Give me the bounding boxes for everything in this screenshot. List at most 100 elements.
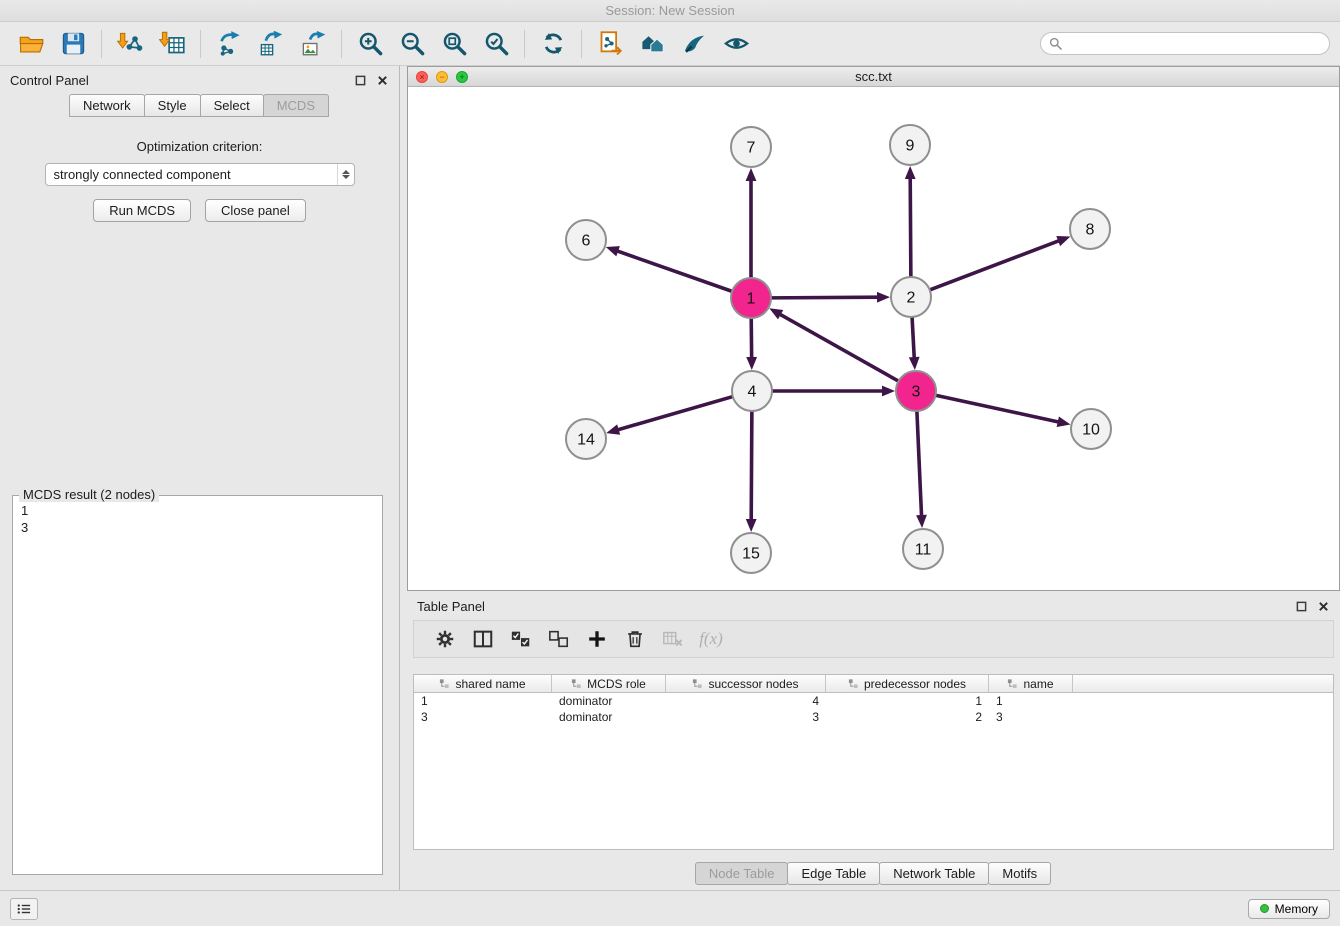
export-table-button[interactable] [250,26,292,62]
mcds-result-box: MCDS result (2 nodes) 13 [12,495,383,875]
open-folder-icon [18,30,45,57]
table-panel-header: Table Panel [407,592,1340,620]
graph-edge-2-9[interactable] [910,177,911,277]
trash-icon [624,628,646,650]
graph-edge-1-6[interactable] [616,251,732,292]
tab-edge-table[interactable]: Edge Table [787,862,880,885]
table-cell: dominator [552,709,666,725]
clone-network-button[interactable] [589,26,631,62]
graph-edge-2-3[interactable] [912,317,914,359]
tab-style[interactable]: Style [144,94,201,117]
export-image-icon [300,30,327,57]
export-network-button[interactable] [208,26,250,62]
search-icon [1049,37,1062,50]
control-panel-header: Control Panel [0,66,399,94]
graph-edge-3-10[interactable] [936,395,1060,422]
table-tabs: Node TableEdge TableNetwork TableMotifs [407,862,1340,885]
zoom-selected-button[interactable] [475,26,517,62]
close-panel-icon[interactable] [375,73,389,87]
clone-network-icon [597,30,624,57]
float-table-panel-icon[interactable] [1294,599,1308,613]
tab-network[interactable]: Network [69,94,145,117]
zoom-fit-button[interactable] [433,26,475,62]
add-row-button[interactable] [580,624,614,654]
graph-node-label: 9 [906,138,915,155]
zoom-in-button[interactable] [349,26,391,62]
columns-icon [472,628,494,650]
select-stepper-icon [337,164,354,185]
mcds-result-line: 1 [21,502,374,519]
home-icon [639,30,666,57]
column-header-label: shared name [455,677,525,691]
home-button[interactable] [631,26,673,62]
close-window-icon[interactable]: × [416,71,428,83]
table-row[interactable]: 3dominator323 [414,709,1333,725]
graph-edge-3-11[interactable] [917,411,922,517]
switch-column-view-button[interactable] [466,624,500,654]
tab-select[interactable]: Select [200,94,264,117]
search-input[interactable] [1068,36,1321,51]
column-header-mcds-role[interactable]: MCDS role [552,675,666,693]
close-table-panel-icon[interactable] [1316,599,1330,613]
save-session-button[interactable] [52,26,94,62]
export-image-button[interactable] [292,26,334,62]
network-window-titlebar: × − + scc.txt [408,67,1339,87]
network-window: × − + scc.txt 7968124314101511 [407,66,1340,591]
deselect-all-button[interactable] [542,624,576,654]
refresh-view-button[interactable] [532,26,574,62]
table-body: 1dominator4113dominator323 [414,693,1333,725]
column-header-successor-nodes[interactable]: successor nodes [666,675,826,693]
table-header-row: shared name MCDS rolesuccessor nodesprede… [414,675,1333,693]
minimize-window-icon[interactable]: − [436,71,448,83]
zoom-window-icon[interactable]: + [456,71,468,83]
graph-node-label: 8 [1086,222,1095,239]
delete-table-button[interactable] [656,624,690,654]
paintbrush-icon [681,30,708,57]
graph-node-label: 1 [747,291,756,308]
import-table-button[interactable] [151,26,193,62]
graph-edge-arrowhead [877,292,890,303]
optimization-criterion-label: Optimization criterion: [0,139,399,154]
table-settings-button[interactable] [428,624,462,654]
tab-motifs[interactable]: Motifs [988,862,1051,885]
column-header-shared-name[interactable]: shared name [414,675,552,693]
control-panel-title: Control Panel [10,73,89,88]
search-box[interactable] [1040,32,1330,55]
select-all-button[interactable] [504,624,538,654]
close-panel-button[interactable]: Close panel [205,199,306,222]
criterion-select[interactable]: strongly connected component [45,163,355,186]
memory-button[interactable]: Memory [1248,899,1330,919]
graph-edge-arrowhead [905,166,916,179]
main-toolbar [0,22,1340,66]
graph-edge-3-1[interactable] [779,314,899,381]
tab-network-table[interactable]: Network Table [879,862,989,885]
graph-edge-2-8[interactable] [930,240,1060,290]
zoom-out-button[interactable] [391,26,433,62]
delete-row-button[interactable] [618,624,652,654]
graph-edge-arrowhead [746,519,757,532]
table-row[interactable]: 1dominator411 [414,693,1333,709]
refresh-icon [540,30,567,57]
eye-icon [723,30,750,57]
run-mcds-button[interactable]: Run MCDS [93,199,191,222]
open-session-button[interactable] [10,26,52,62]
mcds-result-list: 13 [13,496,382,542]
show-graphics-details-button[interactable] [715,26,757,62]
graph-edge-4-14[interactable] [617,397,733,431]
network-canvas[interactable]: 7968124314101511 [408,87,1339,590]
graph-edge-1-2[interactable] [771,297,879,298]
import-network-button[interactable] [109,26,151,62]
table-cell: 2 [826,709,989,725]
tab-mcds[interactable]: MCDS [263,94,329,117]
graph-edge-4-15[interactable] [751,411,752,521]
task-history-button[interactable] [10,898,38,920]
function-builder-button[interactable]: f(x) [694,624,728,654]
import-table-icon [159,30,186,57]
column-header-predecessor-nodes[interactable]: predecessor nodes [826,675,989,693]
float-panel-icon[interactable] [353,73,367,87]
style-preview-button[interactable] [673,26,715,62]
attribute-icon [692,678,703,689]
tab-node-table[interactable]: Node Table [695,862,789,885]
table-toolbar: f(x) [413,620,1334,658]
column-header-name[interactable]: name [989,675,1073,693]
